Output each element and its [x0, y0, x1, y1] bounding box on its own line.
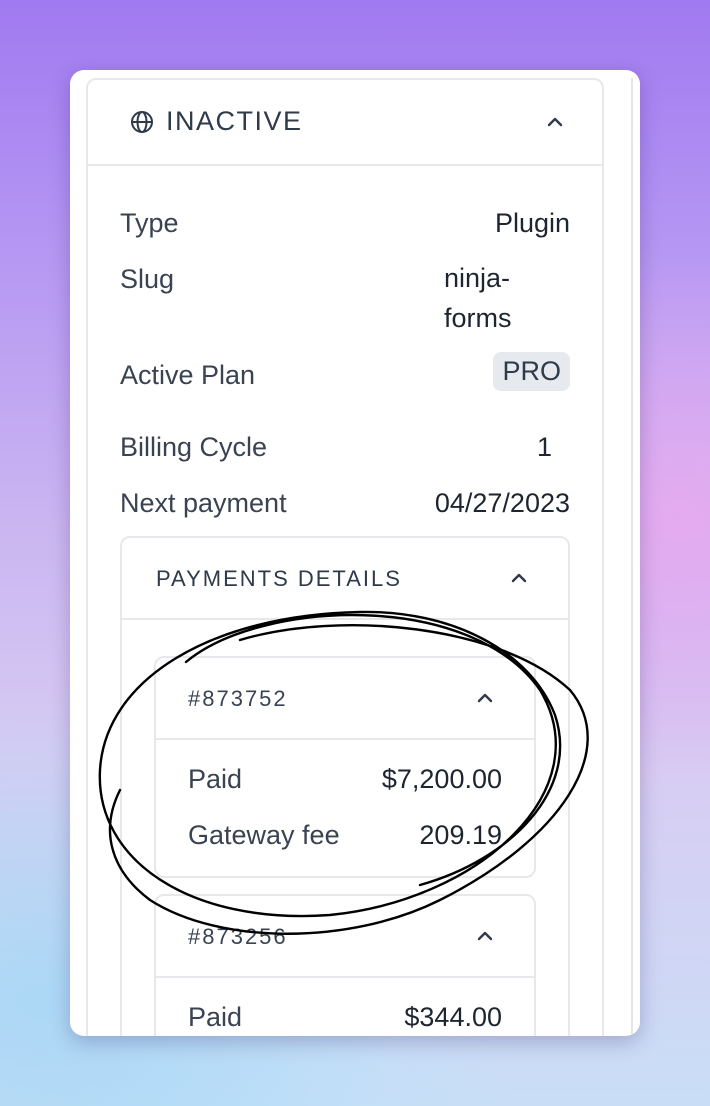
- payments-details-panel: PAYMENTS DETAILS #873752 Paid $7,200.00 …: [120, 536, 570, 1036]
- next-payment-value: 04/27/2023: [434, 488, 570, 518]
- type-label: Type: [120, 208, 179, 238]
- paid-label: Paid: [188, 764, 243, 794]
- chevron-up-icon[interactable]: [510, 572, 528, 584]
- type-value: Plugin: [494, 208, 570, 238]
- status-panel: INACTIVE Type Plugin Slug ninja- forms A…: [86, 78, 604, 1036]
- billing-cycle-value: 1: [536, 432, 552, 462]
- payments-details-title: PAYMENTS DETAILS: [156, 566, 402, 591]
- slug-value-line1: ninja-: [444, 263, 511, 293]
- invoice-id: #873752: [188, 686, 288, 711]
- invoice-id: #873256: [188, 924, 288, 949]
- paid-value: $7,200.00: [381, 764, 502, 794]
- slug-value-line2: forms: [444, 303, 512, 333]
- slug-label: Slug: [120, 264, 175, 294]
- next-payment-label: Next payment: [120, 488, 287, 518]
- chevron-up-icon[interactable]: [476, 930, 494, 942]
- plan-badge: PRO: [493, 352, 570, 391]
- invoice-header[interactable]: #873752: [156, 658, 534, 740]
- chevron-up-icon[interactable]: [476, 692, 494, 704]
- chevron-up-icon[interactable]: [546, 116, 564, 128]
- gateway-fee-label: Gateway fee: [188, 820, 340, 850]
- scrollbar[interactable]: [631, 78, 633, 1036]
- paid-label: Paid: [188, 1002, 243, 1032]
- plugin-details-card: INACTIVE Type Plugin Slug ninja- forms A…: [70, 70, 640, 1036]
- gateway-fee-value: 209.19: [419, 820, 502, 850]
- invoice-card: #873256 Paid $344.00: [154, 894, 536, 1036]
- slug-value: ninja- forms: [444, 258, 512, 338]
- status-title: INACTIVE: [166, 106, 303, 136]
- globe-icon: [131, 111, 153, 133]
- invoice-header[interactable]: #873256: [156, 896, 534, 978]
- invoice-card: #873752 Paid $7,200.00 Gateway fee 209.1…: [154, 656, 536, 878]
- paid-value: $344.00: [404, 1002, 502, 1032]
- billing-cycle-label: Billing Cycle: [120, 432, 268, 462]
- status-panel-header[interactable]: INACTIVE: [88, 80, 602, 166]
- payments-details-header[interactable]: PAYMENTS DETAILS: [122, 538, 568, 620]
- active-plan-label: Active Plan: [120, 360, 256, 390]
